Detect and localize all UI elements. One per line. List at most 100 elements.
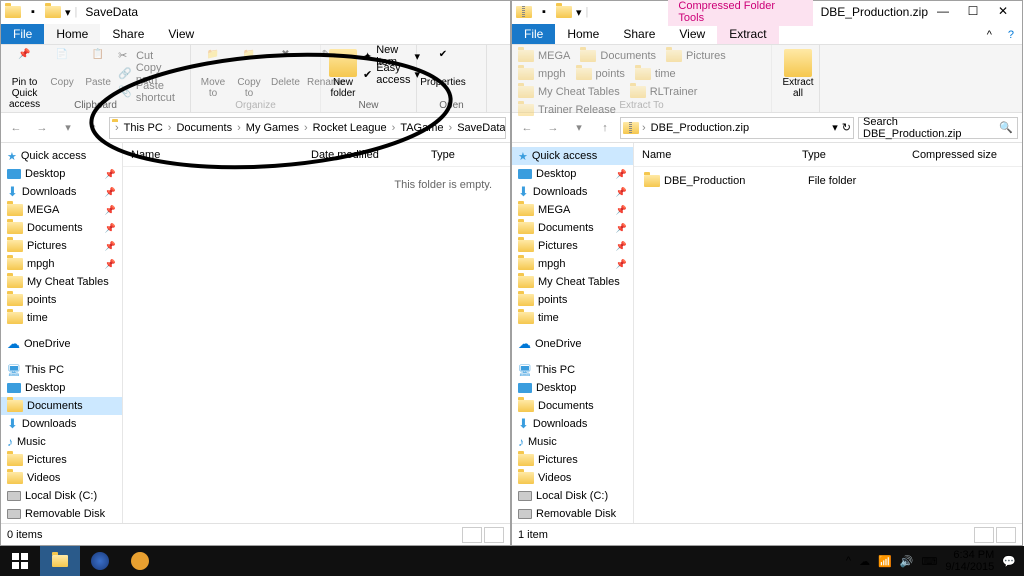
titlebar[interactable]: ▪ ▾ | Compressed Folder Tools DBE_Produc… <box>512 1 1022 23</box>
nav-pc-music[interactable]: ♪Music <box>1 433 122 451</box>
tab-share[interactable]: Share <box>100 24 156 44</box>
maximize-button[interactable]: ☐ <box>958 2 988 22</box>
tray-network-icon[interactable]: 📶 <box>878 555 892 568</box>
tab-home[interactable]: Home <box>44 24 100 44</box>
copyto-button[interactable]: 📁Copy to <box>231 47 267 101</box>
nav-desktop[interactable]: Desktop📌 <box>1 165 122 183</box>
tray-volume-icon[interactable]: 🔊 <box>900 555 914 568</box>
nav-mega[interactable]: MEGA📌 <box>512 201 633 219</box>
tab-extract[interactable]: Extract <box>717 24 778 44</box>
tray-overflow-icon[interactable]: ^ <box>846 555 851 567</box>
nav-quick-access[interactable]: ★Quick access <box>1 147 122 165</box>
recent-dropdown[interactable]: ▾ <box>568 117 590 139</box>
view-details-button[interactable] <box>462 527 482 543</box>
tray-notifications-icon[interactable]: 💬 <box>1002 555 1016 568</box>
nav-downloads[interactable]: ⬇Downloads📌 <box>1 183 122 201</box>
forward-button[interactable]: → <box>31 117 53 139</box>
nav-pc-documents[interactable]: Documents <box>512 397 633 415</box>
delete-button[interactable]: ✖Delete <box>267 47 304 101</box>
crumb-documents[interactable]: Documents <box>174 122 234 134</box>
address-box[interactable]: ›DBE_Production.zip ▾↻ <box>620 117 854 139</box>
properties-button[interactable]: ✔Properties <box>421 47 465 90</box>
crumb-mygames[interactable]: My Games <box>244 122 301 134</box>
nav-pane[interactable]: ★Quick access Desktop📌 ⬇Downloads📌 MEGA📌… <box>1 143 123 523</box>
tray-input-icon[interactable]: ⌨ <box>921 555 937 568</box>
col-date[interactable]: Date modified <box>303 149 423 161</box>
search-box[interactable]: Search DBE_Production.zip 🔍 <box>858 117 1018 139</box>
addr-dropdown-icon[interactable]: ▾ <box>832 121 838 134</box>
dest-points[interactable]: points <box>574 65 627 83</box>
extract-all-button[interactable]: Extract all <box>776 47 820 101</box>
col-type[interactable]: Type <box>794 149 904 161</box>
col-name[interactable]: Name <box>123 149 303 161</box>
recent-dropdown[interactable]: ▾ <box>57 117 79 139</box>
nav-pc-downloads[interactable]: ⬇Downloads <box>512 415 633 433</box>
system-tray[interactable]: ^ ☁ 📶 🔊 ⌨ 6:34 PM 9/14/2015 💬 <box>838 549 1024 573</box>
qat-dropdown-icon[interactable]: ▾ <box>576 6 582 19</box>
close-button[interactable]: ✕ <box>988 2 1018 22</box>
tab-home[interactable]: Home <box>555 24 611 44</box>
tab-view[interactable]: View <box>156 24 206 44</box>
tray-onedrive-icon[interactable]: ☁ <box>859 555 870 568</box>
dest-cheat-tables[interactable]: My Cheat Tables <box>516 83 622 101</box>
nav-mpgh[interactable]: mpgh📌 <box>1 255 122 273</box>
nav-pc-pictures[interactable]: Pictures <box>512 451 633 469</box>
back-button[interactable]: ← <box>5 117 27 139</box>
tab-view[interactable]: View <box>667 24 717 44</box>
nav-time[interactable]: time <box>512 309 633 327</box>
dest-time[interactable]: time <box>633 65 678 83</box>
nav-points[interactable]: points <box>1 291 122 309</box>
nav-points[interactable]: points <box>512 291 633 309</box>
nav-mega[interactable]: MEGA📌 <box>1 201 122 219</box>
crumb-zip[interactable]: DBE_Production.zip <box>649 122 751 134</box>
nav-documents[interactable]: Documents📌 <box>512 219 633 237</box>
qat-properties-icon[interactable]: ▪ <box>25 4 41 20</box>
file-list[interactable]: DBE_Production File folder <box>634 167 1022 523</box>
taskbar-explorer[interactable] <box>40 546 80 576</box>
nav-thispc[interactable]: 🖥This PC <box>512 361 633 379</box>
nav-thispc[interactable]: 🖥This PC <box>1 361 122 379</box>
dest-documents[interactable]: Documents <box>578 47 658 65</box>
nav-pc-documents[interactable]: Documents <box>1 397 122 415</box>
nav-pc-desktop[interactable]: Desktop <box>1 379 122 397</box>
paste-shortcut-button[interactable]: 📎Paste shortcut <box>116 83 186 101</box>
forward-button[interactable]: → <box>542 117 564 139</box>
taskbar-firefox[interactable] <box>80 546 120 576</box>
file-list[interactable]: This folder is empty. <box>123 167 510 523</box>
crumb-savedata[interactable]: SaveData <box>455 122 506 134</box>
nav-onedrive[interactable]: ☁OneDrive <box>1 335 122 353</box>
list-item[interactable]: DBE_Production File folder <box>642 173 1014 189</box>
nav-documents[interactable]: Documents📌 <box>1 219 122 237</box>
nav-pane[interactable]: ★Quick access Desktop📌 ⬇Downloads📌 MEGA📌… <box>512 143 634 523</box>
nav-pc-desktop[interactable]: Desktop <box>512 379 633 397</box>
up-button[interactable]: ↑ <box>83 117 105 139</box>
nav-pc-music[interactable]: ♪Music <box>512 433 633 451</box>
start-button[interactable] <box>0 546 40 576</box>
help-icon[interactable]: ? <box>1000 26 1022 44</box>
dest-rltrainer[interactable]: RLTrainer <box>628 83 700 101</box>
nav-quick-access[interactable]: ★Quick access <box>512 147 633 165</box>
qat-newfolder-icon[interactable] <box>556 4 572 20</box>
nav-pc-videos[interactable]: Videos <box>1 469 122 487</box>
qat-newfolder-icon[interactable] <box>45 4 61 20</box>
refresh-icon[interactable]: ↻ <box>842 121 851 134</box>
nav-pictures[interactable]: Pictures📌 <box>512 237 633 255</box>
nav-pc-localdisk[interactable]: Local Disk (C:) <box>512 487 633 505</box>
nav-downloads[interactable]: ⬇Downloads📌 <box>512 183 633 201</box>
easyaccess-button[interactable]: ✔Easy access▾ <box>361 65 422 83</box>
dest-mpgh[interactable]: mpgh <box>516 65 568 83</box>
ribbon-collapse-icon[interactable]: ^ <box>979 26 1000 44</box>
minimize-button[interactable]: — <box>928 2 958 22</box>
nav-pc-downloads[interactable]: ⬇Downloads <box>1 415 122 433</box>
newfolder-button[interactable]: New folder <box>325 47 361 101</box>
crumb-rocketleague[interactable]: Rocket League <box>311 122 389 134</box>
nav-desktop[interactable]: Desktop📌 <box>512 165 633 183</box>
view-icons-button[interactable] <box>484 527 504 543</box>
dest-mega[interactable]: MEGA <box>516 47 572 65</box>
nav-time[interactable]: time <box>1 309 122 327</box>
nav-pc-removable[interactable]: Removable Disk <box>1 505 122 523</box>
nav-pictures[interactable]: Pictures📌 <box>1 237 122 255</box>
back-button[interactable]: ← <box>516 117 538 139</box>
qat-dropdown-icon[interactable]: ▾ <box>65 6 71 19</box>
qat-properties-icon[interactable]: ▪ <box>536 4 552 20</box>
